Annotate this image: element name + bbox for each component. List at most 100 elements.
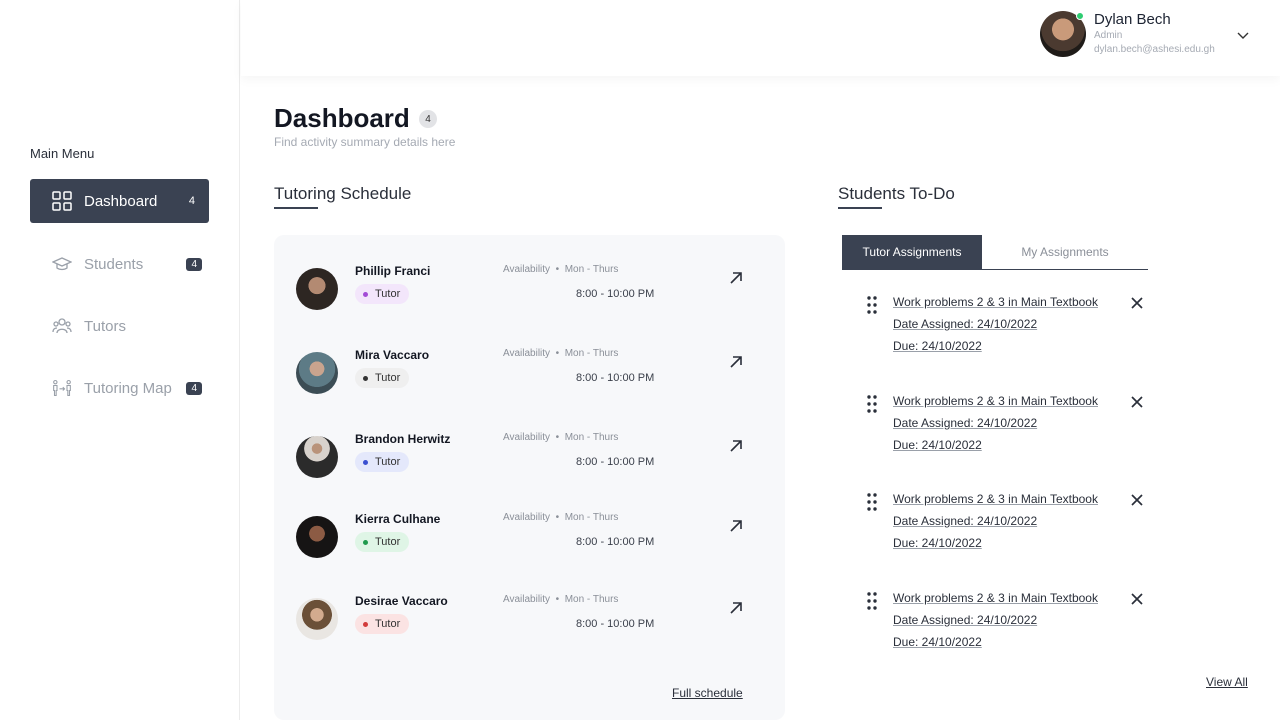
todo-item: Work problems 2 & 3 in Main Textbook Dat… (866, 394, 1156, 464)
todo-section-title: Students To-Do (838, 184, 955, 203)
todo-date-assigned[interactable]: Date Assigned: 24/10/2022 (893, 317, 1037, 331)
sidebar-item-dashboard[interactable]: Dashboard 4 (30, 179, 209, 223)
schedule-row: Brandon Herwitz Tutor Availability • Mon… (274, 432, 785, 492)
drag-handle-icon[interactable] (866, 394, 878, 414)
main-menu-heading: Main Menu (30, 146, 95, 161)
user-role: Admin (1094, 30, 1123, 41)
role-label: Tutor (375, 536, 401, 548)
role-dot (363, 539, 368, 545)
view-all-link[interactable]: View All (1206, 675, 1248, 689)
role-label: Tutor (375, 372, 401, 384)
open-arrow-icon[interactable] (728, 600, 744, 616)
sidebar-item-label: Students (84, 255, 144, 273)
sidebar-item-badge: 4 (186, 257, 202, 271)
availability-label: Availability • Mon - Thurs (503, 512, 618, 523)
sidebar-item-students[interactable]: Students 4 (30, 242, 209, 286)
tutor-photo (296, 268, 338, 310)
page-title-badge: 4 (419, 110, 437, 128)
sidebar-item-badge: 4 (186, 381, 202, 395)
open-arrow-icon[interactable] (728, 354, 744, 370)
todo-task-link[interactable]: Work problems 2 & 3 in Main Textbook (893, 492, 1098, 506)
role-dot (363, 621, 368, 627)
availability-text: Availability (503, 512, 551, 523)
tab-tutor-assignments[interactable]: Tutor Assignments (842, 235, 982, 269)
page-subtitle: Find activity summary details here (274, 135, 456, 149)
role-label: Tutor (375, 456, 401, 468)
availability-label: Availability • Mon - Thurs (503, 432, 618, 443)
open-arrow-icon[interactable] (728, 438, 744, 454)
tutor-photo (296, 352, 338, 394)
sidebar-item-tutoring-map[interactable]: Tutoring Map 4 (30, 366, 209, 410)
availability-hours: 8:00 - 10:00 PM (576, 536, 655, 548)
todo-date-assigned[interactable]: Date Assigned: 24/10/2022 (893, 416, 1037, 430)
availability-days: Mon - Thurs (564, 594, 619, 605)
close-icon[interactable] (1131, 592, 1143, 605)
todo-task-link[interactable]: Work problems 2 & 3 in Main Textbook (893, 394, 1098, 408)
tutor-photo (296, 598, 338, 640)
close-icon[interactable] (1131, 493, 1143, 506)
tutor-photo (296, 436, 338, 478)
graduation-cap-icon (52, 254, 72, 274)
grid-icon (52, 191, 72, 211)
user-email: dylan.bech@ashesi.edu.gh (1094, 44, 1215, 55)
drag-handle-icon[interactable] (866, 295, 878, 315)
availability-days: Mon - Thurs (564, 264, 619, 275)
availability-text: Availability (503, 432, 551, 443)
sidebar-item-label: Dashboard (84, 192, 158, 210)
todo-date-assigned[interactable]: Date Assigned: 24/10/2022 (893, 514, 1037, 528)
open-arrow-icon[interactable] (728, 518, 744, 534)
todo-item: Work problems 2 & 3 in Main Textbook Dat… (866, 295, 1156, 365)
tutor-role-pill: Tutor (355, 614, 410, 634)
schedule-row: Phillip Franci Tutor Availability • Mon … (274, 264, 785, 324)
close-icon[interactable] (1131, 296, 1143, 309)
drag-handle-icon[interactable] (866, 591, 878, 611)
todo-task-link[interactable]: Work problems 2 & 3 in Main Textbook (893, 591, 1098, 605)
todo-due-date[interactable]: Due: 24/10/2022 (893, 635, 982, 649)
availability-days: Mon - Thurs (564, 348, 619, 359)
tutor-role-pill: Tutor (355, 452, 410, 472)
tab-my-assignments[interactable]: My Assignments (982, 235, 1148, 269)
availability-label: Availability • Mon - Thurs (503, 264, 618, 275)
schedule-row: Desirae Vaccaro Tutor Availability • Mon… (274, 594, 785, 654)
tutor-name: Desirae Vaccaro (355, 594, 448, 608)
top-bar: Dylan Bech Admin dylan.bech@ashesi.edu.g… (241, 0, 1280, 76)
schedule-card: Phillip Franci Tutor Availability • Mon … (274, 235, 785, 720)
user-name: Dylan Bech (1094, 11, 1171, 28)
todo-date-assigned[interactable]: Date Assigned: 24/10/2022 (893, 613, 1037, 627)
availability-text: Availability (503, 594, 551, 605)
tutor-name: Brandon Herwitz (355, 432, 451, 446)
drag-handle-icon[interactable] (866, 492, 878, 512)
role-label: Tutor (375, 618, 401, 630)
open-arrow-icon[interactable] (728, 270, 744, 286)
role-label: Tutor (375, 288, 401, 300)
todo-item: Work problems 2 & 3 in Main Textbook Dat… (866, 591, 1156, 661)
full-schedule-link[interactable]: Full schedule (672, 686, 743, 700)
sidebar: Main Menu Dashboard 4 Students 4 Tutors (0, 0, 240, 720)
todo-due-date[interactable]: Due: 24/10/2022 (893, 536, 982, 550)
todo-item: Work problems 2 & 3 in Main Textbook Dat… (866, 492, 1156, 562)
availability-hours: 8:00 - 10:00 PM (576, 456, 655, 468)
section-underline (274, 207, 318, 209)
close-icon[interactable] (1131, 395, 1143, 408)
separator-dot: • (550, 264, 565, 275)
availability-label: Availability • Mon - Thurs (503, 594, 618, 605)
tutor-role-pill: Tutor (355, 284, 410, 304)
tutor-photo (296, 516, 338, 558)
todo-due-date[interactable]: Due: 24/10/2022 (893, 339, 982, 353)
availability-hours: 8:00 - 10:00 PM (576, 288, 655, 300)
tutor-role-pill: Tutor (355, 532, 410, 552)
availability-label: Availability • Mon - Thurs (503, 348, 618, 359)
todo-due-date[interactable]: Due: 24/10/2022 (893, 438, 982, 452)
user-avatar[interactable] (1040, 11, 1086, 57)
availability-days: Mon - Thurs (564, 512, 619, 523)
sidebar-item-label: Tutors (84, 317, 126, 335)
online-status-dot (1076, 12, 1084, 20)
todo-task-link[interactable]: Work problems 2 & 3 in Main Textbook (893, 295, 1098, 309)
todo-tabs: Tutor Assignments My Assignments (842, 235, 1148, 270)
schedule-section-title: Tutoring Schedule (274, 184, 412, 203)
sidebar-item-label: Tutoring Map (84, 379, 172, 397)
separator-dot: • (550, 594, 565, 605)
sidebar-item-badge: 4 (188, 195, 195, 207)
chevron-down-icon[interactable] (1236, 28, 1250, 42)
sidebar-item-tutors[interactable]: Tutors (30, 304, 209, 348)
